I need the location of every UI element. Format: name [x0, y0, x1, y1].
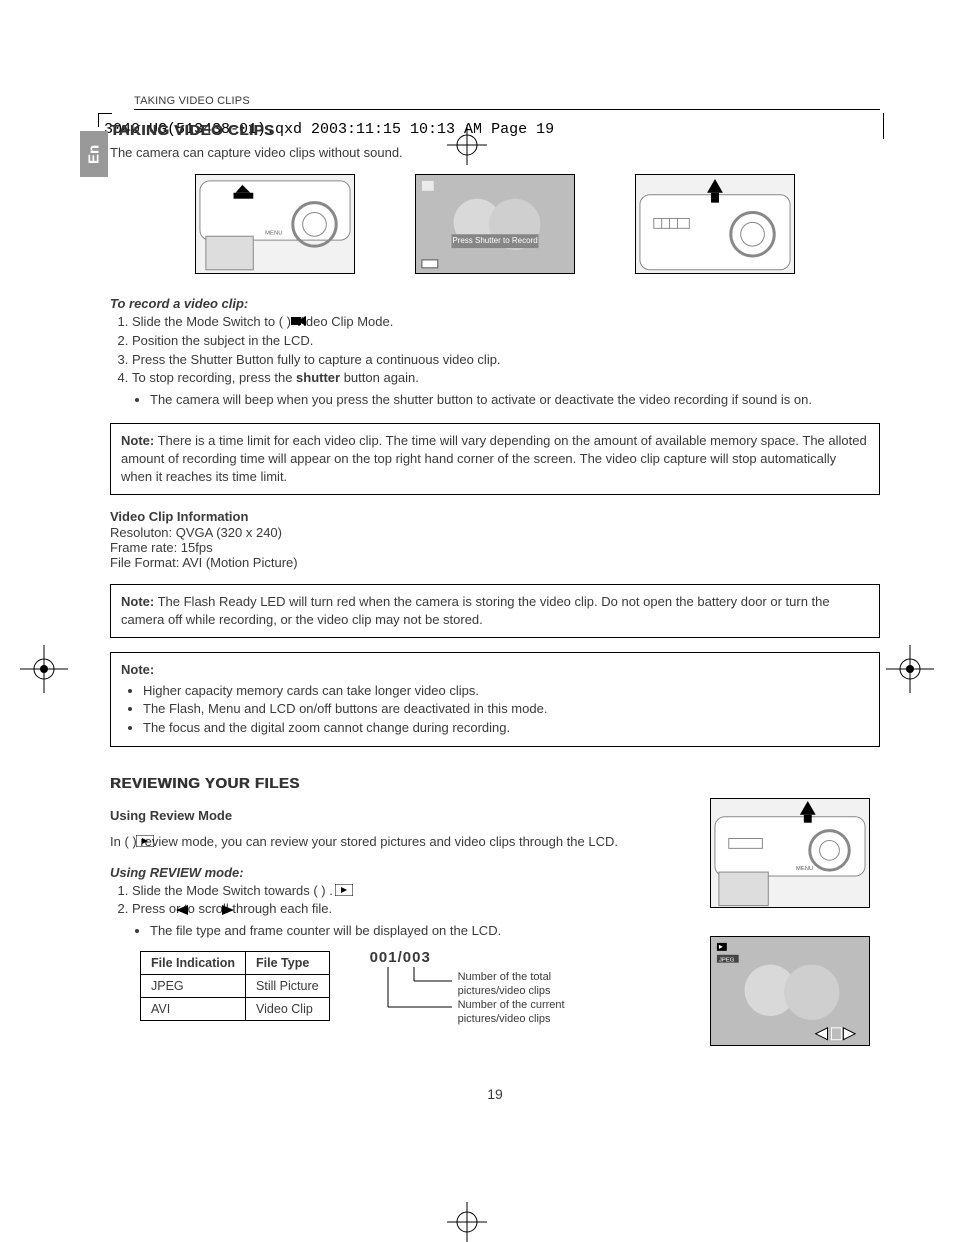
record-steps-head: To record a video clip: [110, 296, 880, 311]
record-steps: Slide the Mode Switch to ( ) Video Clip … [110, 313, 880, 387]
record-sub-bullet: The camera will beep when you press the … [150, 391, 880, 409]
registration-mark-left [20, 645, 68, 696]
review-step-1: Slide the Mode Switch towards ( ) . [132, 882, 682, 900]
figure-row-1: MENU Press Shutter to Record [110, 174, 880, 274]
heading-taking-video-clips: TAKING VIDEO CLIPS [110, 122, 880, 139]
right-arrow-icon [222, 902, 234, 920]
note3-item-1: Higher capacity memory cards can take lo… [143, 682, 869, 700]
table-h2: File Type [246, 952, 330, 975]
note3-label: Note: [121, 661, 869, 679]
review-sub-bullet: The file type and frame counter will be … [150, 922, 682, 940]
vci-line-3: File Format: AVI (Motion Picture) [110, 555, 880, 570]
play-mode-icon-small [335, 883, 353, 901]
using-review-steps-head: Using REVIEW mode: [110, 865, 682, 880]
note3-item-2: The Flash, Menu and LCD on/off buttons a… [143, 700, 869, 718]
table-r1c1: JPEG [141, 975, 246, 998]
counter-diagram: 001/003 Number of the total pictures/vid… [370, 949, 630, 972]
heading-reviewing-files: REVIEWING YOUR FILES [110, 775, 880, 792]
step-4-post: button again. [340, 370, 419, 385]
note-box-2: Note: The Flash Ready LED will turn red … [110, 584, 880, 638]
step-1-text: Slide the Mode Switch to ( ) Video Clip … [132, 314, 393, 329]
page-number: 19 [110, 1086, 880, 1102]
note2-body: The Flash Ready LED will turn red when t… [121, 594, 830, 627]
note1-body: There is a time limit for each video cli… [121, 433, 867, 484]
figure-lcd-review: JPEG [710, 936, 870, 1046]
figure-lcd-preview: Press Shutter to Record [415, 174, 575, 274]
step-4: To stop recording, press the shutter but… [132, 369, 880, 387]
note-box-3: Note: Higher capacity memory cards can t… [110, 652, 880, 747]
using-review-mode-head: Using Review Mode [110, 808, 682, 823]
play-mode-icon [136, 834, 154, 852]
vci-head: Video Clip Information [110, 509, 880, 524]
note2-label: Note: [121, 594, 154, 609]
svg-text:JPEG: JPEG [719, 958, 735, 964]
table-r2c2: Video Clip [246, 998, 330, 1021]
step-4-pre: To stop recording, press the [132, 370, 296, 385]
table-r1c2: Still Picture [246, 975, 330, 998]
note1-label: Note: [121, 433, 154, 448]
table-h1: File Indication [141, 952, 246, 975]
intro-text: The camera can capture video clips witho… [110, 145, 880, 160]
note-box-1: Note: There is a time limit for each vid… [110, 423, 880, 496]
review-intro: In ( ) review mode, you can review your … [110, 833, 682, 851]
review-intro-text: In ( ) review mode, you can review your … [110, 834, 618, 849]
svg-text:MENU: MENU [265, 230, 282, 236]
registration-mark-bottom [447, 1202, 487, 1242]
review-step-2: Press or to scroll through each file. [132, 900, 682, 918]
review-steps: Slide the Mode Switch towards ( ) . Pres… [110, 882, 682, 918]
vci-line-2: Frame rate: 15fps [110, 540, 880, 555]
step-4-bold: shutter [296, 370, 340, 385]
note3-item-3: The focus and the digital zoom cannot ch… [143, 719, 869, 737]
running-head: TAKING VIDEO CLIPS [134, 95, 880, 110]
review-sub-bullets: The file type and frame counter will be … [110, 922, 682, 940]
left-arrow-icon [176, 902, 188, 920]
step-2: Position the subject in the LCD. [132, 332, 880, 350]
step-3: Press the Shutter Button fully to captur… [132, 351, 880, 369]
table-r2c1: AVI [141, 998, 246, 1021]
language-tab: En [80, 131, 108, 177]
video-mode-icon [291, 314, 307, 332]
caption-total: Number of the total pictures/video clips [458, 971, 598, 997]
file-type-table: File Indication File Type JPEG Still Pic… [140, 951, 330, 1021]
figure-camera-top-2 [635, 174, 795, 274]
figure-camera-top-1: MENU [195, 174, 355, 274]
lcd-overlay-text: Press Shutter to Record [416, 236, 574, 245]
video-clip-info: Video Clip Information Resoluton: QVGA (… [110, 509, 880, 570]
record-sub-bullets: The camera will beep when you press the … [110, 391, 880, 409]
figure-camera-review: MENU [710, 798, 870, 908]
caption-current: Number of the current pictures/video cli… [458, 999, 598, 1025]
registration-mark-right [886, 645, 934, 696]
vci-line-1: Resoluton: QVGA (320 x 240) [110, 525, 880, 540]
svg-text:MENU: MENU [796, 866, 813, 872]
review-step-1-text: Slide the Mode Switch towards ( ) . [132, 883, 333, 898]
step-1: Slide the Mode Switch to ( ) Video Clip … [132, 313, 880, 331]
